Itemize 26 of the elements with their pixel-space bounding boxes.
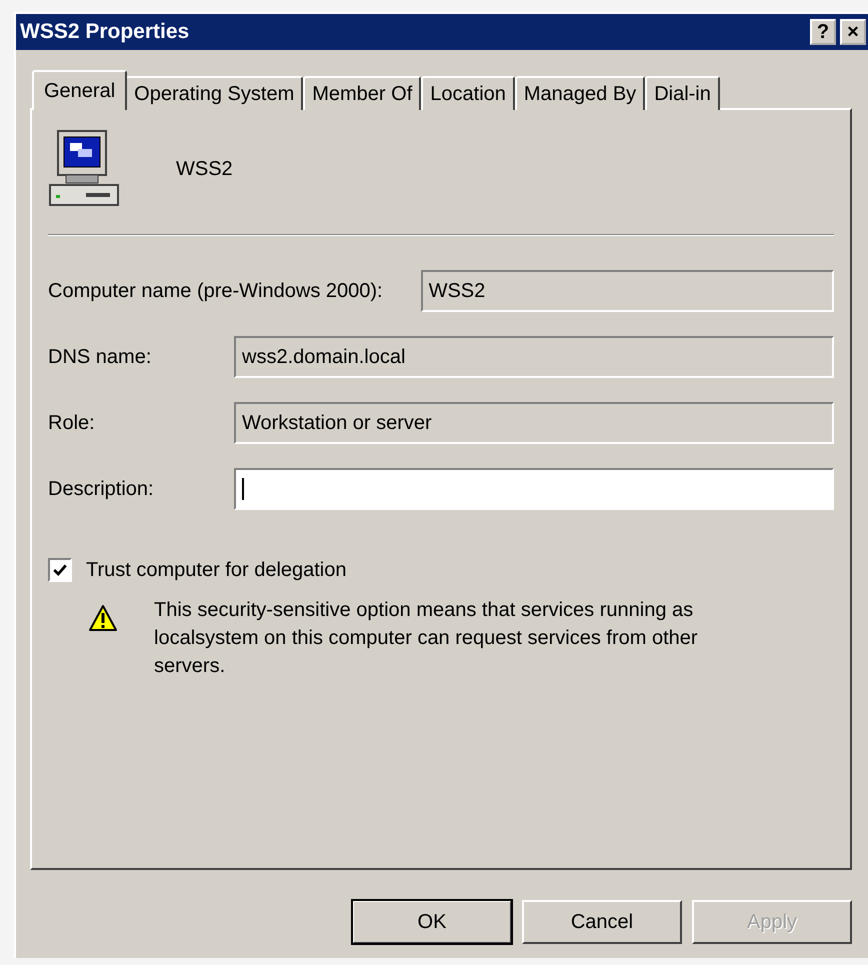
field-label: Description: bbox=[48, 478, 155, 500]
input-field[interactable]: wss2.domain.local bbox=[234, 336, 834, 378]
field-label: Computer name (pre-Windows 2000): bbox=[48, 280, 383, 302]
input-field[interactable]: WSS2 bbox=[420, 270, 834, 312]
help-button[interactable]: ? bbox=[810, 19, 836, 45]
field-label: DNS name: bbox=[48, 346, 152, 368]
checkmark-icon bbox=[52, 562, 68, 578]
tab[interactable]: General bbox=[32, 70, 128, 110]
window-title: WSS2 Properties bbox=[20, 20, 190, 44]
warning-icon bbox=[88, 604, 118, 632]
input-field[interactable] bbox=[234, 468, 834, 510]
tab[interactable]: Operating System bbox=[125, 76, 304, 110]
computer-name-heading: WSS2 bbox=[176, 158, 233, 180]
dialog-button[interactable]: OK bbox=[352, 900, 512, 944]
tab[interactable]: Member Of bbox=[303, 76, 422, 110]
computer-icon bbox=[48, 129, 120, 209]
checkbox-label[interactable]: Trust computer for delegation bbox=[86, 558, 346, 582]
tab[interactable]: Dial-in bbox=[645, 76, 720, 110]
field-label: Role: bbox=[48, 412, 96, 434]
tab[interactable]: Location bbox=[421, 76, 515, 110]
warning-text: This security-sensitive option means that services running as localsystem on this computer can request services from other servers. bbox=[154, 598, 699, 679]
close-button[interactable]: × bbox=[840, 19, 866, 45]
checkbox[interactable] bbox=[48, 558, 72, 582]
tab[interactable]: Managed By bbox=[514, 76, 646, 110]
input-field[interactable]: Workstation or server bbox=[234, 402, 834, 444]
dialog-button[interactable]: Cancel bbox=[522, 900, 682, 944]
